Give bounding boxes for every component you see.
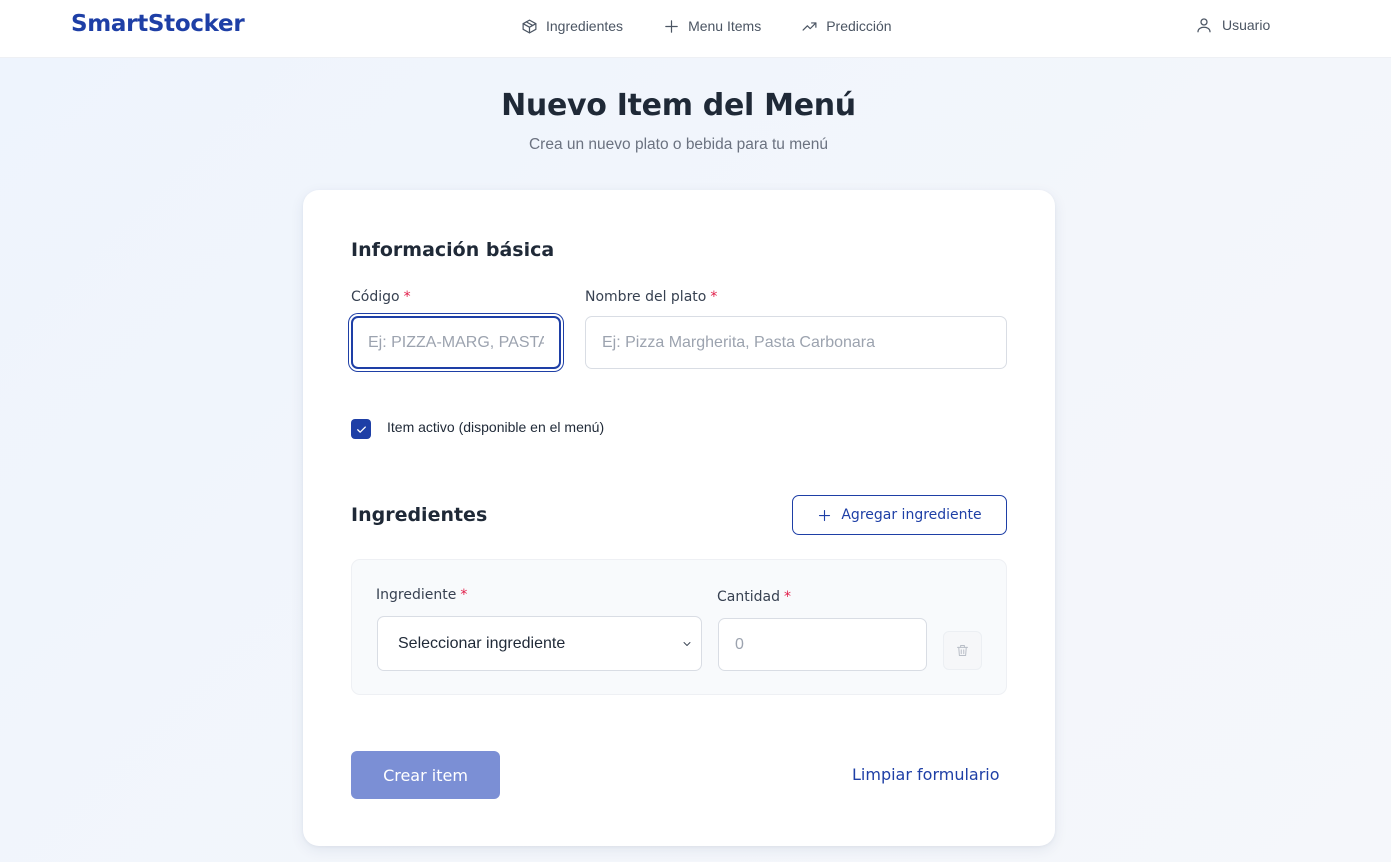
dish-name-input[interactable] bbox=[585, 316, 1007, 369]
ingredient-row: Ingrediente * Seleccionar ingrediente Can… bbox=[351, 559, 1007, 695]
chevron-down-icon bbox=[683, 641, 691, 646]
add-ingredient-button[interactable]: Agregar ingrediente bbox=[792, 495, 1007, 535]
user-menu[interactable]: Usuario bbox=[1195, 16, 1270, 34]
trending-up-icon bbox=[802, 21, 817, 31]
add-ingredient-label: Agregar ingrediente bbox=[841, 507, 982, 523]
plus-icon bbox=[665, 19, 678, 33]
remove-ingredient-button[interactable] bbox=[943, 631, 982, 670]
brand-logo[interactable]: SmartStocker bbox=[71, 11, 245, 37]
nav-item-ingredientes[interactable]: Ingredientes bbox=[521, 16, 623, 36]
top-navigation-bar: SmartStocker Ingredientes Menu Items Pre… bbox=[0, 0, 1391, 58]
menu-item-form-card: Información básica Código* Nombre del pl… bbox=[303, 190, 1055, 846]
ingredients-title: Ingredientes bbox=[351, 504, 488, 526]
user-icon bbox=[1197, 18, 1211, 33]
nav-item-label: Ingredientes bbox=[546, 18, 624, 34]
quantity-label: Cantidad * bbox=[717, 589, 791, 605]
nav-item-prediccion[interactable]: Predicción bbox=[801, 16, 892, 36]
basic-info-title: Información básica bbox=[351, 239, 555, 261]
box-icon bbox=[522, 19, 537, 33]
plus-icon bbox=[819, 509, 831, 521]
nav-item-label: Menu Items bbox=[688, 18, 762, 34]
page-subtitle: Crea un nuevo plato o bebida para tu men… bbox=[528, 136, 829, 153]
page-title: Nuevo Item del Menú bbox=[501, 88, 856, 123]
ingredient-label: Ingrediente * bbox=[376, 587, 468, 603]
required-mark: * bbox=[460, 587, 468, 603]
clear-form-link[interactable]: Limpiar formulario bbox=[852, 765, 1000, 784]
trash-icon bbox=[957, 645, 968, 656]
ingredient-select-value: Seleccionar ingrediente bbox=[398, 634, 566, 652]
code-input[interactable] bbox=[351, 316, 561, 369]
required-mark: * bbox=[710, 289, 718, 305]
active-checkbox[interactable] bbox=[351, 419, 371, 439]
create-item-button[interactable]: Crear item bbox=[351, 751, 500, 799]
main-nav: Ingredientes Menu Items Predicción bbox=[521, 16, 932, 36]
code-label: Código * bbox=[351, 289, 411, 305]
active-checkbox-label[interactable]: Item activo (disponible en el menú) bbox=[387, 419, 604, 435]
dish-name-label: Nombre del plato * bbox=[585, 289, 718, 305]
check-icon bbox=[356, 425, 366, 433]
nav-item-label: Predicción bbox=[826, 18, 892, 34]
quantity-input[interactable] bbox=[718, 618, 927, 671]
required-mark: * bbox=[403, 289, 411, 305]
nav-item-menu-items[interactable]: Menu Items bbox=[663, 16, 761, 36]
ingredient-select[interactable]: Seleccionar ingrediente bbox=[377, 616, 702, 671]
user-label: Usuario bbox=[1222, 17, 1271, 33]
required-mark: * bbox=[783, 589, 791, 605]
